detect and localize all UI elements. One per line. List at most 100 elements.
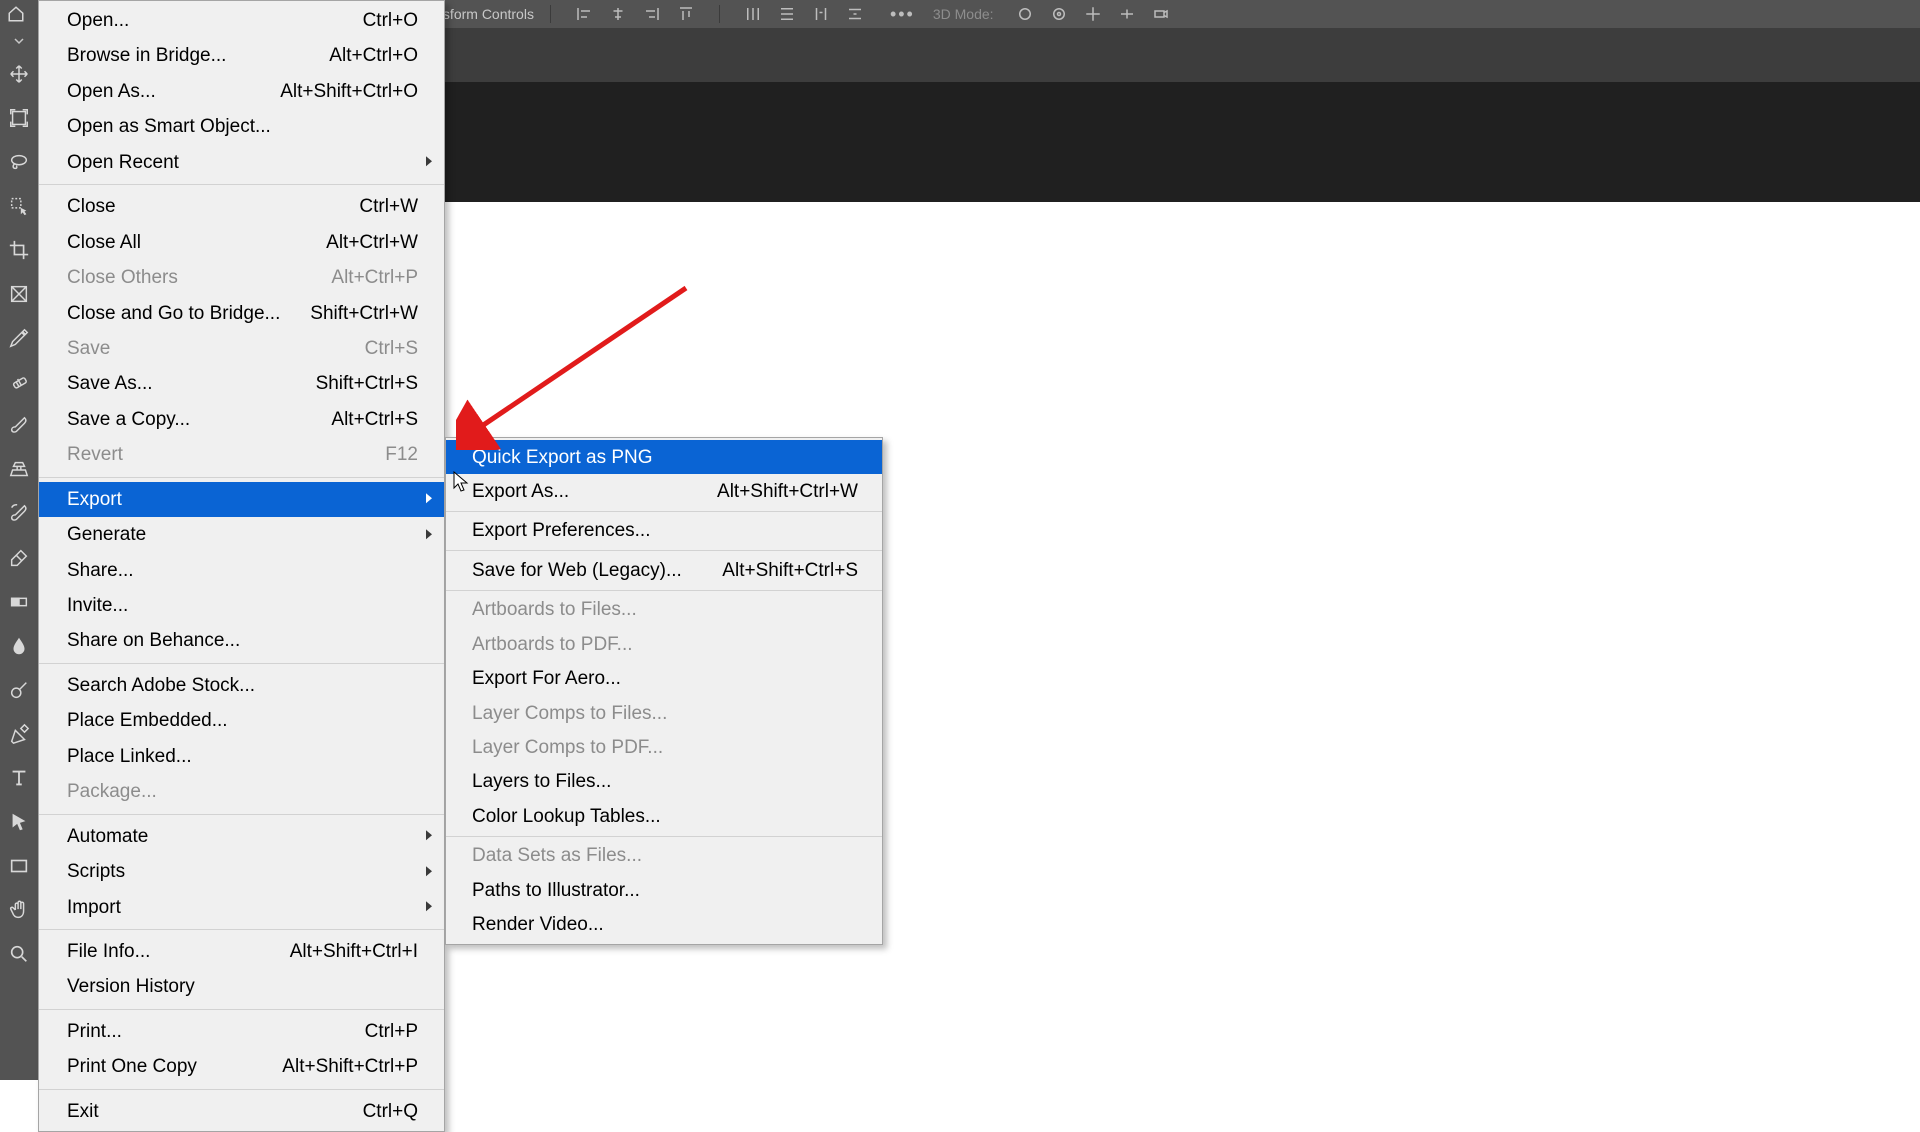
file-menu-item-invite[interactable]: Invite... [39,588,444,623]
export-submenu-item-color-lookup[interactable]: Color Lookup Tables... [446,799,882,833]
menu-item-label: Quick Export as PNG [472,443,653,472]
more-options-icon[interactable]: ••• [890,4,915,25]
orbit-3d-icon[interactable] [1014,3,1036,25]
export-submenu-item-export-aero[interactable]: Export For Aero... [446,662,882,696]
home-icon[interactable] [6,4,26,24]
artboard-tool-icon[interactable] [2,97,36,139]
align-center-h-icon[interactable] [607,3,629,25]
file-menu-item-package: Package... [39,774,444,809]
align-right-icon[interactable] [641,3,663,25]
menu-item-shortcut: Ctrl+O [363,6,418,35]
menu-item-label: File Info... [67,937,150,966]
file-menu-item-open[interactable]: Open... Ctrl+O [39,3,444,38]
file-menu-item-save-copy[interactable]: Save a Copy...Alt+Ctrl+S [39,402,444,437]
camera-3d-icon[interactable] [1150,3,1172,25]
menu-item-label: Exit [67,1097,99,1126]
frame-tool-icon[interactable] [2,273,36,315]
file-menu-item-place-embedded[interactable]: Place Embedded... [39,703,444,738]
type-tool-icon[interactable] [2,757,36,799]
file-menu-item-import[interactable]: Import [39,890,444,925]
file-menu-item-browse-bridge[interactable]: Browse in Bridge...Alt+Ctrl+O [39,38,444,73]
file-menu-item-save-as[interactable]: Save As...Shift+Ctrl+S [39,366,444,401]
pan-3d-icon[interactable] [1082,3,1104,25]
file-menu-item-export[interactable]: Export [39,482,444,517]
align-top-icon[interactable] [675,3,697,25]
export-submenu-item-paths-illustrator[interactable]: Paths to Illustrator... [446,873,882,907]
file-menu-item-open-smart[interactable]: Open as Smart Object... [39,109,444,144]
menu-item-shortcut: Ctrl+W [359,192,418,221]
brush-tool-icon[interactable] [2,405,36,447]
menu-item-shortcut: Alt+Ctrl+O [329,41,418,70]
file-menu-item-place-linked[interactable]: Place Linked... [39,739,444,774]
lasso-tool-icon[interactable] [2,141,36,183]
menu-item-label: Export As... [472,477,569,506]
file-menu-item-share-behance[interactable]: Share on Behance... [39,623,444,658]
crop-tool-icon[interactable] [2,229,36,271]
zoom-tool-icon[interactable] [2,933,36,975]
eyedropper-tool-icon[interactable] [2,317,36,359]
export-submenu-item-export-as[interactable]: Export As...Alt+Shift+Ctrl+W [446,474,882,508]
menu-item-label: Paths to Illustrator... [472,876,640,905]
eraser-tool-icon[interactable] [2,537,36,579]
gradient-tool-icon[interactable] [2,581,36,623]
submenu-arrow-icon [424,485,434,514]
menu-separator [39,814,444,815]
path-selection-tool-icon[interactable] [2,801,36,843]
roll-3d-icon[interactable] [1048,3,1070,25]
menu-item-label: Close [67,192,116,221]
file-menu-item-scripts[interactable]: Scripts [39,854,444,889]
menu-item-label: Package... [67,777,157,806]
pen-tool-icon[interactable] [2,713,36,755]
collapse-toolbox-icon[interactable] [2,31,36,51]
separator [719,5,720,23]
export-submenu-item-export-prefs[interactable]: Export Preferences... [446,514,882,548]
distribute-spacing-h-icon[interactable] [810,3,832,25]
file-menu-item-version-history[interactable]: Version History [39,969,444,1004]
history-brush-tool-icon[interactable] [2,493,36,535]
export-submenu-item-layer-comps-files: Layer Comps to Files... [446,696,882,730]
menu-item-label: Layer Comps to Files... [472,699,667,728]
file-menu-item-close[interactable]: Close Ctrl+W [39,189,444,224]
distribute-v-icon[interactable] [776,3,798,25]
rectangle-tool-icon[interactable] [2,845,36,887]
distribute-spacing-v-icon[interactable] [844,3,866,25]
menu-separator [446,550,882,551]
slide-3d-icon[interactable] [1116,3,1138,25]
menu-item-label: Open... [67,6,129,35]
file-menu-item-open-recent[interactable]: Open Recent [39,145,444,180]
menu-item-label: Artboards to PDF... [472,630,633,659]
menu-item-label: Open as Smart Object... [67,112,271,141]
menu-item-shortcut: Alt+Shift+Ctrl+S [722,556,858,585]
dodge-tool-icon[interactable] [2,669,36,711]
hand-tool-icon[interactable] [2,889,36,931]
submenu-arrow-icon [424,857,434,886]
file-menu-item-generate[interactable]: Generate [39,517,444,552]
distribute-h-icon[interactable] [742,3,764,25]
object-selection-tool-icon[interactable] [2,185,36,227]
menu-item-shortcut: F12 [385,440,418,469]
clone-stamp-tool-icon[interactable] [2,449,36,491]
submenu-arrow-icon [424,520,434,549]
export-submenu-item-quick-export-png[interactable]: Quick Export as PNG [446,440,882,474]
export-submenu-item-render-video[interactable]: Render Video... [446,908,882,942]
file-menu-item-open-as[interactable]: Open As...Alt+Shift+Ctrl+O [39,74,444,109]
menu-item-label: Generate [67,520,146,549]
export-submenu-item-layers-to-files[interactable]: Layers to Files... [446,765,882,799]
file-menu-item-print[interactable]: Print...Ctrl+P [39,1014,444,1049]
export-submenu-item-save-for-web[interactable]: Save for Web (Legacy)...Alt+Shift+Ctrl+S [446,553,882,587]
move-tool-icon[interactable] [2,53,36,95]
export-submenu-item-artboards-pdf: Artboards to PDF... [446,627,882,661]
file-menu-item-share[interactable]: Share... [39,553,444,588]
file-menu-item-search-stock[interactable]: Search Adobe Stock... [39,668,444,703]
file-menu-item-automate[interactable]: Automate [39,819,444,854]
align-left-icon[interactable] [573,3,595,25]
menu-separator [39,1089,444,1090]
file-menu-item-print-one[interactable]: Print One CopyAlt+Shift+Ctrl+P [39,1049,444,1084]
menu-item-label: Automate [67,822,148,851]
file-menu-item-close-all[interactable]: Close AllAlt+Ctrl+W [39,225,444,260]
file-menu-item-exit[interactable]: ExitCtrl+Q [39,1094,444,1129]
file-menu-item-close-bridge[interactable]: Close and Go to Bridge...Shift+Ctrl+W [39,296,444,331]
healing-brush-tool-icon[interactable] [2,361,36,403]
blur-tool-icon[interactable] [2,625,36,667]
file-menu-item-file-info[interactable]: File Info...Alt+Shift+Ctrl+I [39,934,444,969]
